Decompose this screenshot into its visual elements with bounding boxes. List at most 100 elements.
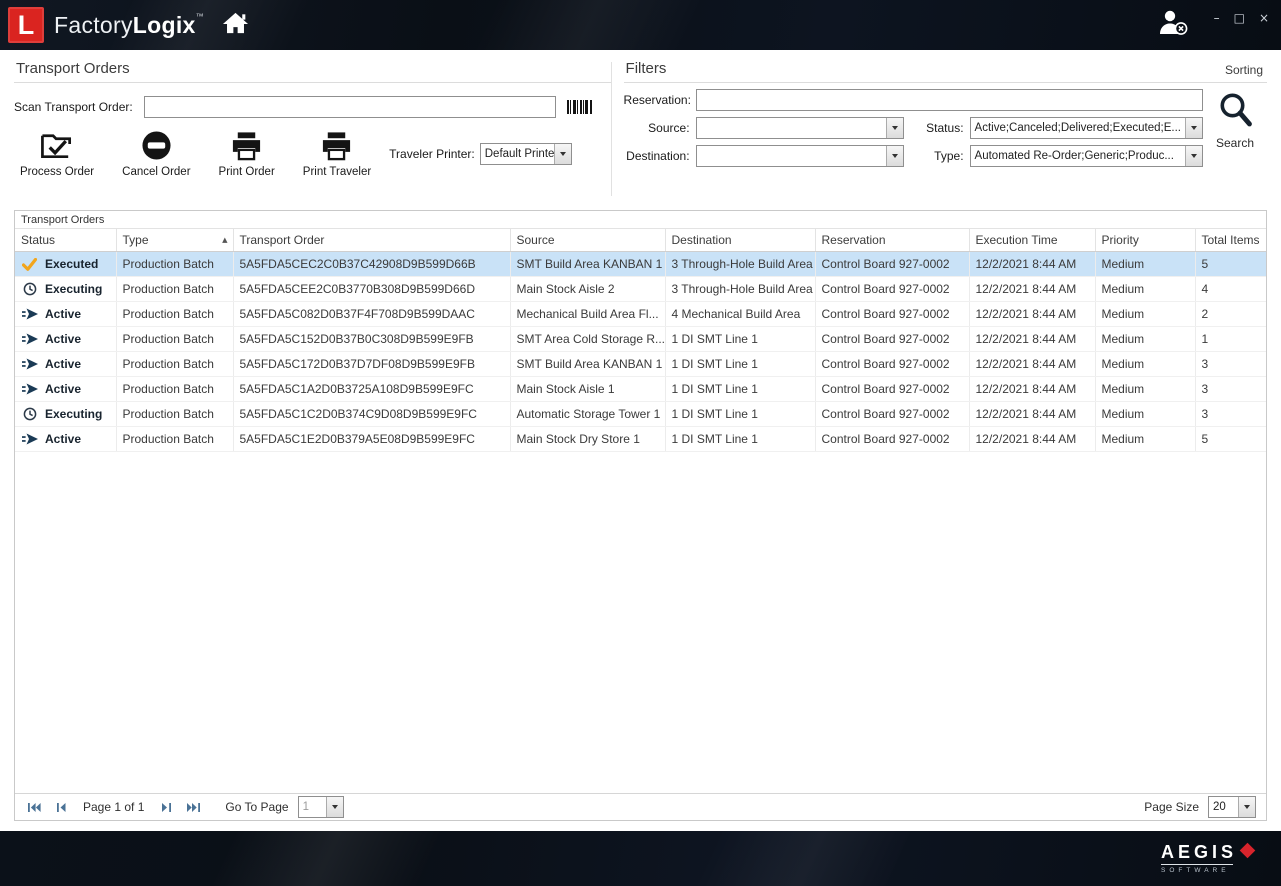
column-header-reservation[interactable]: Reservation: [815, 229, 969, 252]
source-select[interactable]: [696, 117, 904, 139]
transport-order-row[interactable]: ActiveProduction Batch5A5FDA5C172D0B37D7…: [15, 352, 1266, 377]
active-arrow-icon: [21, 333, 38, 345]
main-content: Transport Orders Scan Transport Order:: [0, 50, 1281, 831]
column-header-source[interactable]: Source: [510, 229, 665, 252]
goto-page-input[interactable]: 1: [298, 796, 344, 818]
traveler-printer-select[interactable]: Default Printer: [480, 143, 572, 165]
cell-transport-order: 5A5FDA5C1A2D0B3725A108D9B599E9FC: [233, 377, 510, 402]
transport-order-row[interactable]: ExecutingProduction Batch5A5FDA5CEE2C0B3…: [15, 277, 1266, 302]
column-header-destination[interactable]: Destination: [665, 229, 815, 252]
cell-transport-order: 5A5FDA5C082D0B37F4F708D9B599DAAC: [233, 302, 510, 327]
transport-order-row[interactable]: ActiveProduction Batch5A5FDA5C1A2D0B3725…: [15, 377, 1266, 402]
filters-body: Reservation: Source: Status: Active;: [624, 83, 1267, 202]
type-label: Type:: [914, 149, 970, 163]
scan-transport-order-input[interactable]: [144, 96, 556, 118]
cell-status: Active: [15, 327, 116, 352]
minimize-button[interactable]: –: [1214, 12, 1220, 24]
goto-page-label: Go To Page: [225, 800, 288, 814]
footer: AEGIS SOFTWARE: [0, 831, 1281, 886]
cell-transport-order: 5A5FDA5CEC2C0B37C42908D9B599D66B: [233, 252, 510, 277]
maximize-button[interactable]: □: [1234, 12, 1245, 24]
logout-user-button[interactable]: [1157, 9, 1188, 41]
aegis-logo: AEGIS SOFTWARE: [1161, 842, 1253, 874]
top-panels: Transport Orders Scan Transport Order:: [14, 56, 1267, 202]
search-label: Search: [1216, 136, 1254, 150]
column-header-status[interactable]: Status: [15, 229, 116, 252]
cell-execution-time: 12/2/2021 8:44 AM: [969, 252, 1095, 277]
column-header-total-items[interactable]: Total Items: [1195, 229, 1266, 252]
previous-page-button[interactable]: [52, 800, 70, 815]
transport-order-row[interactable]: ActiveProduction Batch5A5FDA5C082D0B37F4…: [15, 302, 1266, 327]
cell-priority: Medium: [1095, 427, 1195, 452]
active-arrow-icon: [21, 358, 38, 370]
cell-priority: Medium: [1095, 277, 1195, 302]
cell-destination: 1 DI SMT Line 1: [665, 427, 815, 452]
cell-priority: Medium: [1095, 302, 1195, 327]
transport-orders-panel: Transport Orders Scan Transport Order:: [14, 56, 611, 202]
cell-priority: Medium: [1095, 402, 1195, 427]
cell-reservation: Control Board 927-0002: [815, 377, 969, 402]
grid-empty-area: [15, 452, 1266, 793]
executing-clock-icon: [21, 282, 38, 296]
transport-order-row[interactable]: ExecutingProduction Batch5A5FDA5C1C2D0B3…: [15, 402, 1266, 427]
cell-total-items: 1: [1195, 327, 1266, 352]
transport-orders-table: StatusType▲Transport OrderSourceDestinat…: [15, 228, 1266, 452]
titlebar: L FactoryLogix™ – □: [0, 0, 1281, 50]
grid-group-title: Transport Orders: [15, 211, 1266, 228]
window-controls: – □ ×: [1214, 12, 1269, 24]
transport-order-row[interactable]: ExecutedProduction Batch5A5FDA5CEC2C0B37…: [15, 252, 1266, 277]
cell-status: Executing: [15, 277, 116, 302]
cell-source: SMT Build Area KANBAN 1: [510, 352, 665, 377]
transport-order-row[interactable]: ActiveProduction Batch5A5FDA5C152D0B37B0…: [15, 327, 1266, 352]
sorting-toggle[interactable]: Sorting: [1225, 63, 1265, 77]
cell-type: Production Batch: [116, 277, 233, 302]
source-label: Source:: [624, 121, 696, 135]
home-button[interactable]: [222, 11, 249, 40]
next-page-button[interactable]: [157, 800, 175, 815]
status-select[interactable]: Active;Canceled;Delivered;Executed;E...: [970, 117, 1203, 139]
process-order-button[interactable]: Process Order: [14, 127, 100, 180]
print-traveler-button[interactable]: Print Traveler: [297, 127, 377, 180]
cell-source: Mechanical Build Area Fl...: [510, 302, 665, 327]
chevron-down-icon: [1185, 146, 1202, 166]
column-header-priority[interactable]: Priority: [1095, 229, 1195, 252]
reservation-input[interactable]: [696, 89, 1203, 111]
transport-orders-grid-group: Transport Orders StatusType▲Transport Or…: [14, 210, 1267, 821]
logo-letter: L: [18, 10, 35, 41]
cell-execution-time: 12/2/2021 8:44 AM: [969, 377, 1095, 402]
cell-type: Production Batch: [116, 302, 233, 327]
last-page-button[interactable]: [184, 800, 202, 815]
cell-total-items: 3: [1195, 352, 1266, 377]
cell-destination: 1 DI SMT Line 1: [665, 327, 815, 352]
process-order-label: Process Order: [20, 166, 94, 178]
transport-order-row[interactable]: ActiveProduction Batch5A5FDA5C1E2D0B379A…: [15, 427, 1266, 452]
cell-transport-order: 5A5FDA5C1E2D0B379A5E08D9B599E9FC: [233, 427, 510, 452]
first-page-button[interactable]: [25, 800, 43, 815]
close-button[interactable]: ×: [1259, 12, 1269, 24]
destination-select[interactable]: [696, 145, 904, 167]
app-title: FactoryLogix™: [54, 12, 204, 39]
factorylogix-window: L FactoryLogix™ – □: [0, 0, 1281, 886]
column-header-transport-order[interactable]: Transport Order: [233, 229, 510, 252]
cell-reservation: Control Board 927-0002: [815, 427, 969, 452]
cell-source: Main Stock Dry Store 1: [510, 427, 665, 452]
sort-ascending-icon: ▲: [222, 236, 227, 244]
print-order-button[interactable]: Print Order: [213, 127, 281, 180]
cell-destination: 3 Through-Hole Build Area: [665, 252, 815, 277]
page-size-select[interactable]: 20: [1208, 796, 1256, 818]
type-select[interactable]: Automated Re-Order;Generic;Produc...: [970, 145, 1203, 167]
cell-status: Active: [15, 377, 116, 402]
search-button[interactable]: Search: [1203, 91, 1267, 150]
active-arrow-icon: [21, 383, 38, 395]
cancel-order-button[interactable]: Cancel Order: [116, 127, 196, 180]
cell-execution-time: 12/2/2021 8:44 AM: [969, 352, 1095, 377]
source-status-filter-row: Source: Status: Active;Canceled;Delivere…: [624, 117, 1203, 139]
cell-priority: Medium: [1095, 352, 1195, 377]
reservation-label: Reservation:: [624, 93, 696, 107]
cell-reservation: Control Board 927-0002: [815, 277, 969, 302]
filters-panel: Filters Sorting Reservation: Source:: [612, 56, 1267, 202]
column-header-type[interactable]: Type▲: [116, 229, 233, 252]
column-header-execution-time[interactable]: Execution Time: [969, 229, 1095, 252]
cell-priority: Medium: [1095, 252, 1195, 277]
cell-total-items: 3: [1195, 377, 1266, 402]
